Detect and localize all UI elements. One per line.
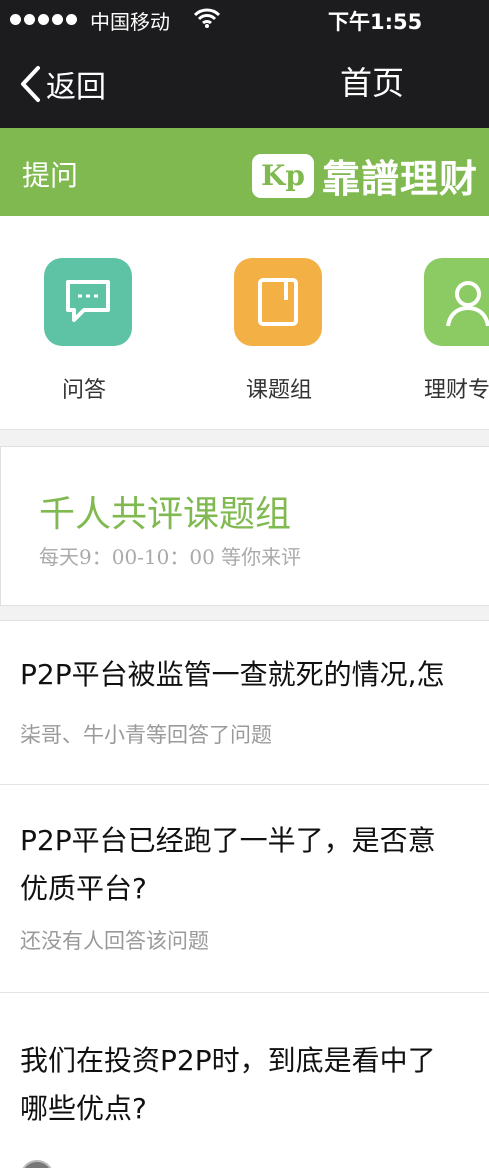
chat-icon [66, 280, 110, 322]
back-label: 返回 [46, 70, 106, 105]
quick-link-label-advisor[interactable]: 理财专 [424, 372, 489, 404]
person-icon [446, 281, 489, 327]
top-bar: 中国移动 下午1:55 返回 首页 [0, 0, 489, 128]
question-item[interactable]: P2P平台被监管一查就死的情况,怎 柒哥、牛小青等回答了问题 [0, 621, 489, 785]
topic-group-link-icon[interactable] [234, 258, 322, 346]
status-time: 下午1:55 [328, 10, 423, 34]
back-button[interactable]: 返回 [18, 64, 106, 105]
question-title: 我们在投资P2P时，到底是看中了 [20, 1044, 436, 1077]
book-icon [258, 278, 298, 326]
wifi-icon [194, 8, 220, 28]
promo-title: 千人共评课题组 [39, 494, 292, 535]
question-list: P2P平台被监管一查就死的情况,怎 柒哥、牛小青等回答了问题 P2P平台已经跑了… [0, 620, 489, 1168]
brand-header: 提问 Kp 靠譜理财 [0, 128, 489, 216]
brand-logo: Kp 靠譜理财 [252, 148, 478, 203]
question-meta: 柒哥、牛小青等回答了问题 [20, 723, 272, 747]
brand-name: 靠譜理财 [322, 157, 479, 201]
question-item[interactable]: 我们在投资P2P时，到底是看中了 哪些优点? [0, 993, 489, 1168]
question-item[interactable]: P2P平台已经跑了一半了，是否意 优质平台? 还没有人回答该问题 [0, 785, 489, 993]
question-title: P2P平台已经跑了一半了，是否意 [20, 824, 436, 857]
quick-links: 问答 课题组 理财专 [0, 216, 489, 430]
question-title-line2: 哪些优点? [20, 1092, 147, 1125]
signal-strength-icon [10, 14, 77, 25]
carrier-label: 中国移动 [90, 10, 170, 34]
quick-link-label-topic-group[interactable]: 课题组 [246, 372, 312, 404]
status-bar: 中国移动 下午1:55 [0, 0, 489, 40]
promo-subtitle: 每天9：00-10：00 等你来评 [39, 545, 302, 569]
nav-bar: 返回 首页 [0, 40, 489, 128]
question-title: P2P平台被监管一查就死的情况,怎 [20, 658, 445, 691]
advisor-link-icon[interactable] [424, 258, 489, 346]
question-meta: 还没有人回答该问题 [20, 929, 209, 953]
quick-link-label-qa[interactable]: 问答 [62, 372, 106, 404]
question-title-line2: 优质平台? [20, 872, 147, 905]
ask-button[interactable]: 提问 [22, 154, 78, 194]
page-title: 首页 [340, 64, 405, 102]
qa-link-icon[interactable] [44, 258, 132, 346]
chevron-left-icon [21, 66, 40, 102]
promo-card[interactable]: 千人共评课题组 每天9：00-10：00 等你来评 [0, 446, 489, 606]
kp-logo-icon: Kp [252, 153, 314, 198]
